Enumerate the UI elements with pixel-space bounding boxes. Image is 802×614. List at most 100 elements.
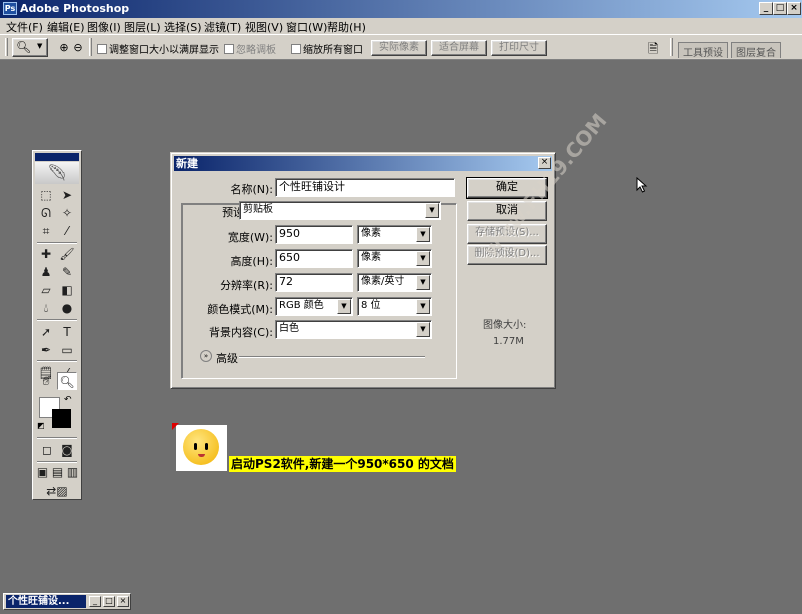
clone-stamp-tool-icon[interactable]: ♟ <box>36 263 56 281</box>
checkbox-box <box>224 44 234 54</box>
maximize-button[interactable]: □ <box>103 596 115 607</box>
crop-tool-icon[interactable]: ⌗ <box>36 222 56 240</box>
height-unit-select[interactable]: 像素 ▼ <box>357 249 432 268</box>
quick-mask-mode-icon[interactable]: ◙ <box>57 441 77 459</box>
color-mode-select[interactable]: RGB 颜色 ▼ <box>275 297 353 316</box>
brush-tool-icon[interactable]: 🖌︎ <box>57 245 77 263</box>
menu-file[interactable]: 文件(F) <box>6 19 43 35</box>
dodge-tool-icon[interactable]: ● <box>57 299 77 317</box>
height-label: 高度(H): <box>230 255 273 268</box>
hand-tool-icon[interactable]: ✋︎ <box>36 372 56 390</box>
expand-advanced-icon[interactable]: » <box>200 350 212 362</box>
toolbox-separator <box>37 242 77 244</box>
menu-filter[interactable]: 滤镜(T) <box>204 19 241 35</box>
menu-edit[interactable]: 编辑(E) <box>47 19 85 35</box>
minimized-document-title[interactable]: 个性旺铺设... <box>6 595 86 608</box>
minimize-button[interactable]: _ <box>759 2 773 15</box>
width-unit-select[interactable]: 像素 ▼ <box>357 225 432 244</box>
image-size-value: 1.77M <box>493 336 524 347</box>
width-field[interactable]: 950 <box>275 225 353 244</box>
chevron-down-icon: ▼ <box>425 203 439 218</box>
full-screen-menu-mode-icon[interactable]: ▤ <box>50 463 65 481</box>
menu-help[interactable]: 帮助(H) <box>327 19 366 35</box>
menu-select[interactable]: 选择(S) <box>164 19 202 35</box>
tab-layer-comps[interactable]: 图层复合 <box>731 42 781 59</box>
chevron-down-icon: ▼ <box>416 322 430 337</box>
fit-on-screen-button[interactable]: 适合屏幕 <box>431 40 487 56</box>
resolution-field[interactable]: 72 <box>275 273 353 292</box>
bit-depth-select[interactable]: 8 位 ▼ <box>357 297 432 316</box>
zoom-in-icon[interactable]: ⊕ <box>57 41 71 55</box>
menu-view[interactable]: 视图(V) <box>245 19 283 35</box>
pen-tool-icon[interactable]: ✒ <box>36 341 56 359</box>
chevron-down-icon: ▼ <box>416 251 430 266</box>
preset-select[interactable]: 剪贴板 ▼ <box>239 201 441 220</box>
options-bar-grip[interactable] <box>5 38 8 56</box>
dialog-title[interactable]: 新建 <box>174 156 552 171</box>
mouse-cursor-icon <box>636 177 648 193</box>
healing-brush-tool-icon[interactable]: ✚ <box>36 245 56 263</box>
palette-well-grip <box>670 38 673 56</box>
full-screen-mode-icon[interactable]: ▥ <box>65 463 80 481</box>
menu-window[interactable]: 窗口(W) <box>286 19 327 35</box>
options-bar: 🔍︎ ▼ ⊕ ⊖ 调整窗口大小以满屏显示 忽略调板 缩放所有窗口 实际像素 适合… <box>0 34 802 60</box>
zoom-tool-icon: 🔍︎ <box>16 40 32 54</box>
resolution-label: 分辨率(R): <box>220 279 273 292</box>
tool-preset-picker[interactable]: 🔍︎ ▼ <box>12 38 48 57</box>
blur-tool-icon[interactable]: 💧︎ <box>36 299 56 317</box>
background-contents-select[interactable]: 白色 ▼ <box>275 320 432 339</box>
red-flag-icon <box>172 423 179 430</box>
smiley-eye <box>194 443 197 450</box>
palette-well-icon[interactable]: 🗎 <box>648 40 658 62</box>
resolution-unit-select[interactable]: 像素/英寸 ▼ <box>357 273 432 292</box>
chevron-down-icon: ▼ <box>37 42 43 50</box>
zoom-all-windows-checkbox[interactable]: 缩放所有窗口 <box>291 41 363 56</box>
standard-screen-mode-icon[interactable]: ▣ <box>35 463 50 481</box>
resize-windows-checkbox[interactable]: 调整窗口大小以满屏显示 <box>97 41 219 56</box>
path-selection-tool-icon[interactable]: ➚ <box>36 323 56 341</box>
move-tool-icon[interactable]: ➤ <box>57 186 77 204</box>
feather-logo-icon[interactable]: 🪶︎ <box>35 162 79 184</box>
type-tool-icon[interactable]: T <box>57 323 77 341</box>
options-separator <box>89 38 92 56</box>
height-field[interactable]: 650 <box>275 249 353 268</box>
default-colors-icon[interactable]: ◩ <box>37 421 45 430</box>
gradient-tool-icon[interactable]: ◧ <box>57 281 77 299</box>
standard-mode-icon[interactable]: ◻ <box>37 441 57 459</box>
advanced-label[interactable]: 高级 <box>216 350 238 366</box>
eraser-tool-icon[interactable]: ▱ <box>36 281 56 299</box>
menu-image[interactable]: 图像(I) <box>87 19 121 35</box>
restore-button[interactable]: _ <box>89 596 101 607</box>
shape-tool-icon[interactable]: ▭ <box>57 341 77 359</box>
smiley-mouth <box>198 454 205 457</box>
smiley-emoticon-icon <box>176 425 227 471</box>
tab-tool-presets[interactable]: 工具预设 <box>678 42 728 59</box>
slice-tool-icon[interactable]: ⁄ <box>57 222 77 240</box>
background-contents-label: 背景内容(C): <box>209 326 273 339</box>
photoshop-app-icon[interactable]: Ps <box>3 2 17 15</box>
swap-colors-icon[interactable]: ↶ <box>64 395 72 405</box>
magic-wand-tool-icon[interactable]: ✧ <box>57 204 77 222</box>
minimized-document-window[interactable]: 个性旺铺设... _ □ × <box>3 593 131 610</box>
app-title-bar[interactable]: Ps Adobe Photoshop _ □ × <box>0 0 802 18</box>
close-button[interactable]: × <box>117 596 129 607</box>
toolbox-title-bar[interactable] <box>35 153 79 161</box>
menu-layer[interactable]: 图层(L) <box>124 19 161 35</box>
jump-to-imageready-icon[interactable]: ⇄▨ <box>39 482 75 500</box>
lasso-tool-icon[interactable]: ᘏ <box>36 204 56 222</box>
close-button[interactable]: × <box>787 2 801 15</box>
actual-pixels-button[interactable]: 实际像素 <box>371 40 427 56</box>
print-size-button[interactable]: 打印尺寸 <box>491 40 547 56</box>
marquee-tool-icon[interactable]: ⬚ <box>36 186 56 204</box>
checkbox-box <box>97 44 107 54</box>
ignore-palettes-checkbox[interactable]: 忽略调板 <box>224 41 276 56</box>
maximize-button[interactable]: □ <box>773 2 787 15</box>
tutorial-caption: 启动PS2软件,新建一个950*650 的文档 <box>229 456 456 472</box>
name-field[interactable]: 个性旺铺设计 <box>275 178 455 197</box>
zoom-tool-icon[interactable]: 🔍︎ <box>57 372 77 390</box>
background-color-swatch[interactable] <box>52 409 71 428</box>
name-label: 名称(N): <box>230 183 273 196</box>
zoom-out-icon[interactable]: ⊖ <box>71 41 85 55</box>
history-brush-tool-icon[interactable]: ✎ <box>57 263 77 281</box>
toolbox-separator <box>37 360 77 362</box>
